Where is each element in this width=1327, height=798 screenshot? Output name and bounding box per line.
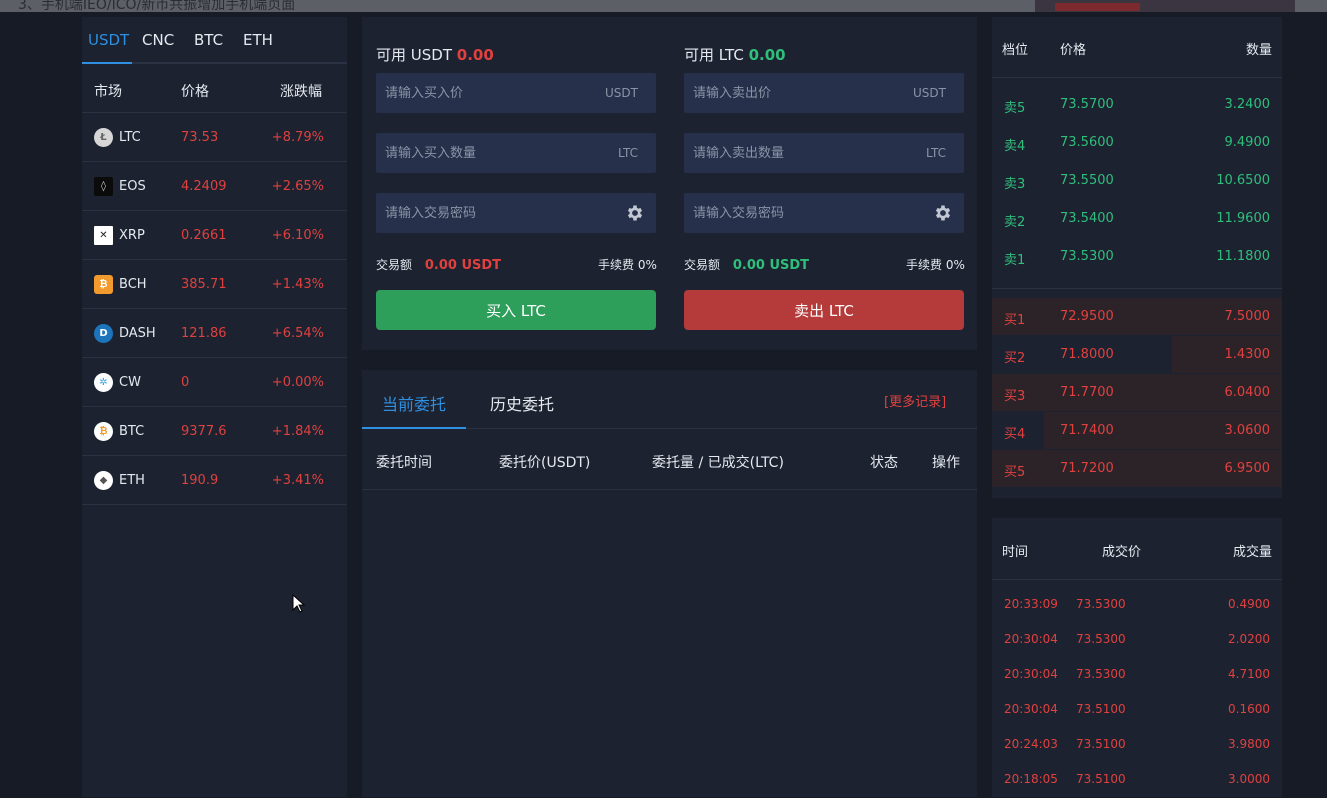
tab-current-orders[interactable]: 当前委托 <box>382 391 446 415</box>
eos-icon: ◊ <box>94 177 113 196</box>
header-book-price: 价格 <box>1060 43 1087 58</box>
bitcoin-cash-icon: ₿ <box>94 275 113 294</box>
bitcoin-icon: ₿ <box>94 422 113 441</box>
buy-price-input[interactable] <box>376 73 596 113</box>
market-row-dash[interactable]: D DASH 121.86 +6.54% <box>82 309 347 358</box>
market-row-eos[interactable]: ◊ EOS 4.2409 +2.65% <box>82 162 347 211</box>
tab-order-history[interactable]: 历史委托 <box>490 391 554 415</box>
market-tab-eth[interactable]: ETH <box>243 31 273 49</box>
gear-icon[interactable] <box>933 203 953 223</box>
bid-row[interactable]: 买4 71.7400 3.0600 <box>992 412 1282 450</box>
header-order-action: 操作 <box>932 455 960 471</box>
buy-password-input[interactable] <box>376 193 596 233</box>
trade-history-panel: 时间 成交价 成交量 20:33:09 73.5300 0.4900 20:30… <box>992 518 1282 797</box>
market-row-xrp[interactable]: ✕ XRP 0.2661 +6.10% <box>82 211 347 260</box>
trade-form-panel: 可用 USDT 0.00 USDT LTC 交易额 0.00 USDT 手续费 … <box>362 17 977 350</box>
ask-row[interactable]: 卖5 73.5700 3.2400 <box>992 86 1282 124</box>
buy-amount-unit: LTC <box>617 146 638 160</box>
gear-icon[interactable] <box>625 203 645 223</box>
market-tab-cnc[interactable]: CNC <box>142 31 174 49</box>
header-change[interactable]: 涨跌幅 <box>280 81 322 101</box>
sell-price-input[interactable] <box>684 73 904 113</box>
trade-row: 20:24:03 73.5100 3.9800 <box>1004 737 1270 751</box>
buy-price-unit: USDT <box>605 86 638 100</box>
market-row-btc[interactable]: ₿ BTC 9377.6 +1.84% <box>82 407 347 456</box>
market-row-cw[interactable]: ✲ CW 0 +0.00% <box>82 358 347 407</box>
order-book-panel: 档位 价格 数量 卖5 73.5700 3.2400 卖4 73.5600 9.… <box>992 17 1282 498</box>
header-book-qty: 数量 <box>1245 43 1272 58</box>
buy-fee: 手续费 0% <box>598 258 657 272</box>
ask-row[interactable]: 卖3 73.5500 10.6500 <box>992 162 1282 200</box>
active-tab-indicator <box>82 62 132 64</box>
sell-price-unit: USDT <box>913 86 946 100</box>
litecoin-icon: Ł <box>94 128 113 147</box>
trade-row: 20:18:05 73.5100 3.0000 <box>1004 772 1270 786</box>
market-row-eth[interactable]: ◆ ETH 190.9 +3.41% <box>82 456 347 505</box>
bid-row[interactable]: 买1 72.9500 7.5000 <box>992 298 1282 336</box>
market-tab-usdt[interactable]: USDT <box>88 31 129 49</box>
orders-panel: 当前委托 历史委托 [更多记录] 委托时间 委托价(USDT) 委托量 / 已成… <box>362 370 977 797</box>
buy-amount-input[interactable] <box>376 133 596 173</box>
sell-fee: 手续费 0% <box>906 258 965 272</box>
trade-row: 20:30:04 73.5300 2.0200 <box>1004 632 1270 646</box>
sell-amount-unit: LTC <box>925 146 946 160</box>
market-row-ltc[interactable]: Ł LTC 73.53 +8.79% <box>82 113 347 162</box>
ripple-icon: ✕ <box>94 226 113 245</box>
sell-amount-input[interactable] <box>684 133 904 173</box>
mouse-cursor-icon <box>292 594 306 613</box>
header-level: 档位 <box>1002 43 1029 58</box>
sell-total: 交易额 0.00 USDT <box>684 258 810 273</box>
header-order-price: 委托价(USDT) <box>499 455 591 471</box>
ethereum-icon: ◆ <box>94 471 113 490</box>
cw-icon: ✲ <box>94 373 113 392</box>
header-trade-qty: 成交量 <box>1232 545 1272 560</box>
header-price[interactable]: 价格 <box>181 81 209 101</box>
header-order-time: 委托时间 <box>376 455 432 471</box>
header-trade-time: 时间 <box>1002 545 1029 560</box>
trade-row: 20:30:04 73.5300 4.7100 <box>1004 667 1270 681</box>
trade-row: 20:33:09 73.5300 0.4900 <box>1004 597 1270 611</box>
header-order-status: 状态 <box>870 455 898 471</box>
header-trade-price: 成交价 <box>1102 545 1142 560</box>
market-table-header: 市场 价格 涨跌幅 <box>82 66 347 113</box>
market-tab-btc[interactable]: BTC <box>194 31 223 49</box>
trade-row: 20:30:04 73.5100 0.1600 <box>1004 702 1270 716</box>
sell-available-balance: 可用 LTC 0.00 <box>684 46 786 64</box>
header-order-amount: 委托量 / 已成交(LTC) <box>652 455 784 471</box>
more-records-link[interactable]: [更多记录] <box>884 391 946 410</box>
bid-row[interactable]: 买3 71.7700 6.0400 <box>992 374 1282 412</box>
buy-amount-field[interactable]: LTC <box>376 133 656 173</box>
sell-password-input[interactable] <box>684 193 904 233</box>
background-note-text: 3、手机端IEO/ICO/新币共振增加手机端页面 <box>18 0 296 12</box>
ask-row[interactable]: 卖2 73.5400 11.9600 <box>992 200 1282 238</box>
market-row-bch[interactable]: ₿ BCH 385.71 +1.43% <box>82 260 347 309</box>
bid-row[interactable]: 买2 71.8000 1.4300 <box>992 336 1282 374</box>
ask-row[interactable]: 卖4 73.5600 9.4900 <box>992 124 1282 162</box>
market-panel: USDT CNC BTC ETH 市场 价格 涨跌幅 Ł LTC 73.53 +… <box>82 17 347 797</box>
ask-row[interactable]: 卖1 73.5300 11.1800 <box>992 238 1282 276</box>
sell-password-field[interactable] <box>684 193 964 233</box>
dash-icon: D <box>94 324 113 343</box>
buy-total: 交易额 0.00 USDT <box>376 258 502 273</box>
background-page-strip: 3、手机端IEO/ICO/新币共振增加手机端页面 <box>0 0 1327 12</box>
sell-price-field[interactable]: USDT <box>684 73 964 113</box>
buy-available-balance: 可用 USDT 0.00 <box>376 46 494 64</box>
sell-ltc-button[interactable]: 卖出 LTC <box>684 290 964 330</box>
buy-price-field[interactable]: USDT <box>376 73 656 113</box>
market-tabs: USDT CNC BTC ETH <box>82 17 347 64</box>
buy-password-field[interactable] <box>376 193 656 233</box>
sell-amount-field[interactable]: LTC <box>684 133 964 173</box>
active-tab-indicator <box>362 427 466 429</box>
buy-ltc-button[interactable]: 买入 LTC <box>376 290 656 330</box>
header-market: 市场 <box>94 84 122 100</box>
bid-row[interactable]: 买5 71.7200 6.9500 <box>992 450 1282 488</box>
